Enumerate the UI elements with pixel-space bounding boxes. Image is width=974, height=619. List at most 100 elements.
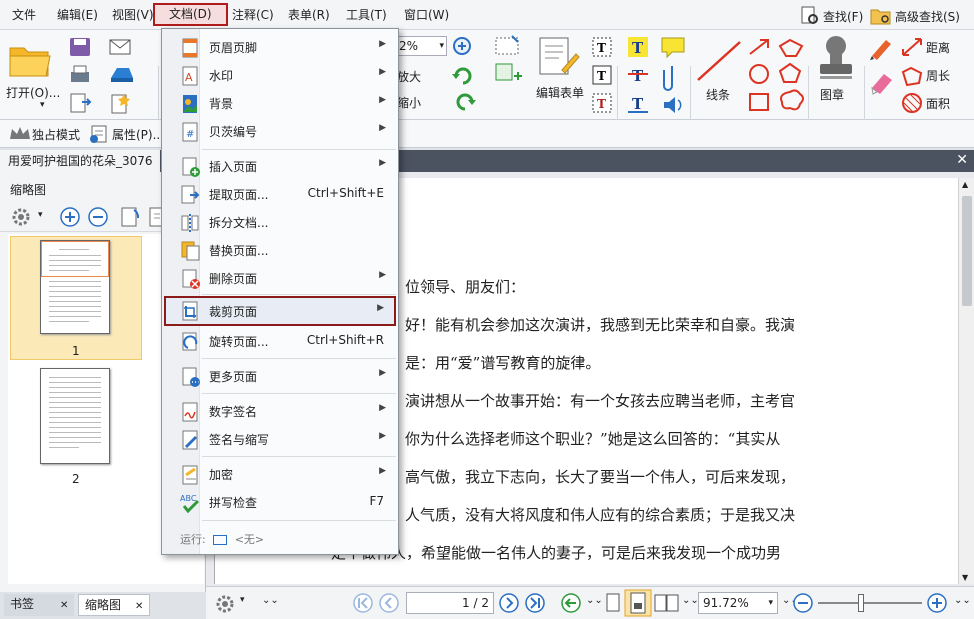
- rotate-counterclockwise-icon[interactable]: [452, 90, 476, 112]
- menu-item-spell-check[interactable]: ABC 拼写检查 F7: [164, 489, 396, 515]
- zoom-level-select[interactable]: 91.72% ▾: [698, 592, 778, 614]
- text-markup-tools-icon[interactable]: TTT: [626, 36, 650, 120]
- chevron-down-icon[interactable]: ▾: [240, 595, 245, 605]
- email-icon[interactable]: [108, 36, 136, 58]
- gear-icon[interactable]: [214, 593, 238, 615]
- properties-button[interactable]: 属性(P)...: [112, 126, 164, 143]
- pencil-eraser-icons[interactable]: [868, 36, 896, 120]
- menu-edit[interactable]: 编辑(E): [55, 6, 100, 24]
- line-tool-icon[interactable]: [694, 38, 744, 84]
- search-button[interactable]: 查找(F): [800, 6, 863, 26]
- close-document-icon[interactable]: ✕: [956, 152, 968, 168]
- import-icon[interactable]: [68, 92, 92, 114]
- exclusive-mode-button[interactable]: 独占模式: [32, 126, 80, 143]
- menu-tools[interactable]: 工具(T): [344, 6, 389, 24]
- menu-item-rotate-pages[interactable]: 旋转页面... Ctrl+Shift+R: [164, 328, 396, 354]
- zoom-in-label[interactable]: 放大: [397, 68, 421, 85]
- menu-item-background[interactable]: 背景 ▶: [164, 90, 396, 116]
- distance-icon[interactable]: [900, 36, 924, 58]
- menu-item-replace-pages[interactable]: 替换页面...: [164, 237, 396, 263]
- zoom-in-icon[interactable]: [452, 36, 476, 58]
- menu-file[interactable]: 文件: [10, 6, 38, 24]
- open-folder-icon[interactable]: [8, 40, 52, 80]
- thumbnails-tab[interactable]: 缩略图 ✕: [78, 594, 151, 616]
- next-page-icon[interactable]: [498, 592, 520, 614]
- open-dropdown-chevron-icon[interactable]: ▾: [40, 100, 45, 110]
- vertical-scrollbar[interactable]: ▲ ▼: [958, 178, 974, 584]
- stamp-label[interactable]: 图章: [820, 86, 844, 103]
- text-box-tools-icon[interactable]: TTT: [590, 36, 614, 120]
- area-label[interactable]: 面积: [926, 95, 950, 112]
- menu-item-insert-pages[interactable]: 插入页面 ▶: [164, 153, 396, 179]
- menu-form[interactable]: 表单(R): [286, 6, 332, 24]
- scroll-down-icon[interactable]: ▼: [962, 573, 968, 582]
- distance-label[interactable]: 距离: [926, 39, 950, 56]
- close-tab-icon[interactable]: ✕: [60, 600, 68, 611]
- edit-form-label[interactable]: 编辑表单: [536, 84, 584, 101]
- single-page-icon[interactable]: [604, 592, 622, 614]
- scrollbar-thumb[interactable]: [962, 196, 972, 306]
- close-tab-icon[interactable]: ✕: [135, 601, 143, 612]
- previous-page-icon[interactable]: [378, 592, 400, 614]
- zoom-in-thumb-icon[interactable]: [58, 206, 82, 228]
- menu-item-bates-numbering[interactable]: # 贝茨编号 ▶: [164, 118, 396, 144]
- note-attach-sound-icons[interactable]: [660, 36, 686, 120]
- menu-item-header-footer[interactable]: 页眉页脚 ▶: [164, 34, 396, 60]
- menu-item-split-document[interactable]: 拆分文档...: [164, 209, 396, 235]
- add-field-icon[interactable]: [494, 62, 524, 86]
- menu-item-more-pages[interactable]: 更多页面 ▶: [164, 363, 396, 389]
- menu-item-crop-pages[interactable]: 裁剪页面 ▶: [164, 296, 396, 326]
- thumbnail-page-1[interactable]: [40, 240, 110, 334]
- double-chevron-down-icon[interactable]: ⌄⌄: [954, 595, 971, 606]
- scroll-up-icon[interactable]: ▲: [962, 180, 968, 189]
- double-chevron-down-icon[interactable]: ⌄⌄: [586, 595, 603, 606]
- open-label[interactable]: 打开(O)...: [6, 84, 60, 101]
- zoom-out-thumb-icon[interactable]: [86, 206, 110, 228]
- menu-window[interactable]: 窗口(W): [402, 6, 451, 24]
- rotate-90-icon[interactable]: [118, 206, 142, 228]
- menu-comment[interactable]: 注释(C): [230, 6, 276, 24]
- menu-item-delete-pages[interactable]: 删除页面 ▶: [164, 265, 396, 291]
- area-icon[interactable]: [900, 92, 924, 114]
- zoom-combo[interactable]: 2% ▾: [395, 36, 447, 56]
- menu-document[interactable]: 文档(D): [153, 3, 228, 26]
- zoom-in-icon[interactable]: [926, 592, 948, 614]
- double-chevron-down-icon[interactable]: ⌄⌄: [262, 595, 279, 606]
- zoom-out-label[interactable]: 缩小: [397, 94, 421, 111]
- scan-icon[interactable]: [108, 64, 136, 86]
- document-tab[interactable]: 用爱呵护祖国的花朵_3076: [0, 150, 160, 172]
- print-icon[interactable]: [68, 64, 92, 86]
- go-back-icon[interactable]: [560, 592, 582, 614]
- menu-view[interactable]: 视图(V): [110, 6, 156, 24]
- edit-form-icon[interactable]: [536, 36, 580, 76]
- advanced-search-button[interactable]: 高级查找(S): [870, 6, 960, 26]
- menu-item-encrypt[interactable]: 加密 ▶: [164, 461, 396, 487]
- facing-pages-icon[interactable]: [654, 592, 680, 614]
- folder-search-icon: [870, 9, 891, 25]
- bookmarks-tab[interactable]: 书签 ✕: [4, 594, 75, 616]
- lines-label[interactable]: 线条: [706, 86, 730, 103]
- new-document-icon[interactable]: [108, 92, 136, 114]
- thumbnail-page-2[interactable]: [40, 368, 110, 464]
- menu-item-sign-initial[interactable]: 签名与缩写 ▶: [164, 426, 396, 452]
- zoom-slider-thumb[interactable]: [858, 594, 864, 612]
- perimeter-label[interactable]: 周长: [926, 67, 950, 84]
- stamp-icon[interactable]: [818, 34, 854, 82]
- gear-dropdown-chevron-icon[interactable]: ▾: [38, 210, 43, 220]
- continuous-page-icon[interactable]: [624, 589, 652, 617]
- last-page-icon[interactable]: [524, 592, 546, 614]
- menu-item-extract-pages[interactable]: 提取页面... Ctrl+Shift+E: [164, 181, 396, 207]
- gear-icon[interactable]: [10, 206, 34, 228]
- perimeter-icon[interactable]: [900, 64, 924, 86]
- double-chevron-down-icon[interactable]: ⌄⌄: [682, 595, 699, 606]
- menu-item-digital-signature[interactable]: 数字签名 ▶: [164, 398, 396, 424]
- zoom-slider-track[interactable]: [818, 602, 922, 604]
- shape-tools-icon[interactable]: [746, 36, 806, 120]
- page-number-input[interactable]: 1 / 2: [406, 592, 494, 614]
- menu-item-watermark[interactable]: A 水印 ▶: [164, 62, 396, 88]
- text-field-icon[interactable]: [494, 34, 524, 58]
- first-page-icon[interactable]: [352, 592, 374, 614]
- save-icon[interactable]: [68, 36, 92, 58]
- rotate-clockwise-icon[interactable]: [452, 64, 476, 86]
- zoom-out-icon[interactable]: [792, 592, 814, 614]
